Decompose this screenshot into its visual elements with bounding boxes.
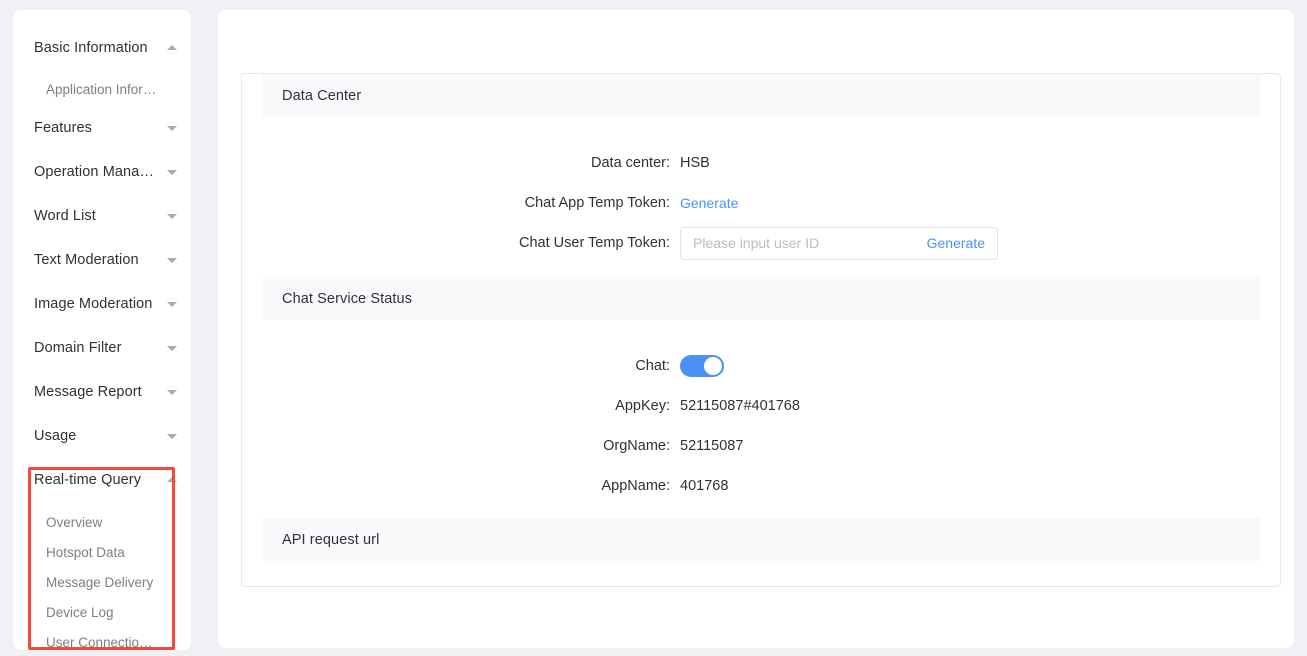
- caret-down-icon: [167, 390, 177, 395]
- form-row-chat-user-temp-token: Chat User Temp Token: Generate: [242, 223, 1280, 263]
- sidebar-item-message-delivery[interactable]: Message Delivery: [13, 567, 191, 597]
- section-title: API request url: [282, 531, 380, 548]
- sidebar-item-image-moderation[interactable]: Image Moderation: [13, 282, 191, 326]
- sidebar-group-label: Text Moderation: [34, 252, 139, 268]
- application-information-card: Data Center Data center: HSB Chat App Te…: [241, 73, 1281, 587]
- chat-toggle-value: [680, 355, 1280, 377]
- chat-service-status-form: Chat: AppKey: 52115087#401768 OrgName: 5…: [242, 320, 1280, 518]
- sidebar-group-label: Operation Manag…: [34, 164, 158, 180]
- sidebar: Basic Information Application Infor… Fea…: [13, 10, 191, 650]
- caret-down-icon: [167, 302, 177, 307]
- sidebar-item-user-connection[interactable]: User Connectio…: [13, 627, 191, 650]
- sidebar-group-label: Word List: [34, 208, 96, 224]
- caret-down-icon: [167, 214, 177, 219]
- sidebar-item-application-information[interactable]: Application Infor…: [13, 74, 191, 104]
- sidebar-item-text-moderation[interactable]: Text Moderation: [13, 238, 191, 282]
- form-row-chat-app-temp-token: Chat App Temp Token: Generate: [242, 183, 1280, 223]
- sidebar-subitem-label: Message Delivery: [46, 574, 154, 590]
- section-title: Chat Service Status: [282, 290, 413, 307]
- sidebar-subitem-label: Hotspot Data: [46, 544, 125, 560]
- sidebar-item-hotspot-data[interactable]: Hotspot Data: [13, 537, 191, 567]
- form-row-data-center: Data center: HSB: [242, 143, 1280, 183]
- form-row-appkey: AppKey: 52115087#401768: [242, 386, 1280, 426]
- sidebar-group-label: Domain Filter: [34, 340, 122, 356]
- form-row-appname: AppName: 401768: [242, 466, 1280, 506]
- sidebar-item-operation-management[interactable]: Operation Manag…: [13, 150, 191, 194]
- user-id-input-wrapper[interactable]: Generate: [680, 226, 998, 260]
- sidebar-item-message-report[interactable]: Message Report: [13, 370, 191, 414]
- data-center-value: HSB: [680, 155, 710, 171]
- caret-down-icon: [167, 346, 177, 351]
- user-id-input[interactable]: [681, 235, 923, 251]
- generate-user-token-button[interactable]: Generate: [923, 235, 997, 251]
- section-header-chat-service-status: Chat Service Status: [262, 277, 1260, 320]
- sidebar-group-label: Usage: [34, 428, 77, 444]
- chat-user-temp-token-label: Chat User Temp Token:: [519, 235, 670, 251]
- sidebar-item-real-time-query[interactable]: Real-time Query: [13, 458, 191, 502]
- orgname-label: OrgName:: [603, 438, 670, 454]
- chat-app-temp-token-value: Generate: [680, 195, 1280, 211]
- chat-app-temp-token-label: Chat App Temp Token:: [524, 195, 670, 211]
- sidebar-subitem-label: Device Log: [46, 604, 114, 620]
- sidebar-subgroup-basic-information: Application Infor…: [13, 70, 191, 106]
- sidebar-group-label: Features: [34, 120, 93, 136]
- caret-down-icon: [167, 258, 177, 263]
- sidebar-group-label: Real-time Query: [34, 472, 142, 488]
- main-content-panel: Data Center Data center: HSB Chat App Te…: [218, 10, 1294, 648]
- sidebar-item-word-list[interactable]: Word List: [13, 194, 191, 238]
- section-header-api-request-url: API request url: [262, 518, 1260, 561]
- sidebar-item-device-log[interactable]: Device Log: [13, 597, 191, 627]
- data-center-label: Data center:: [591, 155, 670, 171]
- toggle-knob: [704, 357, 722, 375]
- appkey-value: 52115087#401768: [680, 398, 800, 414]
- sidebar-group-label: Basic Information: [34, 40, 148, 56]
- caret-down-icon: [167, 126, 177, 131]
- section-header-data-center: Data Center: [262, 74, 1260, 117]
- sidebar-subitem-label: Application Infor…: [46, 81, 157, 97]
- sidebar-item-usage[interactable]: Usage: [13, 414, 191, 458]
- sidebar-item-basic-information[interactable]: Basic Information: [13, 26, 191, 70]
- form-row-chat-toggle: Chat:: [242, 346, 1280, 386]
- caret-up-icon: [167, 45, 177, 50]
- caret-up-icon: [167, 477, 177, 482]
- caret-down-icon: [167, 170, 177, 175]
- sidebar-item-domain-filter[interactable]: Domain Filter: [13, 326, 191, 370]
- sidebar-group-label: Message Report: [34, 384, 142, 400]
- sidebar-nav: Basic Information Application Infor… Fea…: [13, 10, 191, 650]
- appkey-label: AppKey:: [615, 398, 670, 414]
- sidebar-subitem-label: Overview: [46, 514, 103, 530]
- appname-value: 401768: [680, 478, 729, 494]
- chat-toggle-label: Chat:: [635, 358, 670, 374]
- sidebar-subitem-label: User Connectio…: [46, 634, 153, 650]
- sidebar-group-label: Image Moderation: [34, 296, 153, 312]
- caret-down-icon: [167, 434, 177, 439]
- chat-user-temp-token-value: Generate: [680, 226, 1280, 260]
- application-root: Basic Information Application Infor… Fea…: [0, 0, 1307, 656]
- sidebar-item-features[interactable]: Features: [13, 106, 191, 150]
- form-row-orgname: OrgName: 52115087: [242, 426, 1280, 466]
- chat-service-toggle[interactable]: [680, 355, 724, 377]
- generate-app-token-button[interactable]: Generate: [680, 195, 738, 211]
- section-title: Data Center: [282, 87, 362, 104]
- sidebar-subgroup-real-time-query: Overview Hotspot Data Message Delivery D…: [13, 502, 191, 650]
- data-center-form: Data center: HSB Chat App Temp Token: Ge…: [242, 117, 1280, 277]
- sidebar-item-overview[interactable]: Overview: [13, 507, 191, 537]
- appname-label: AppName:: [601, 478, 670, 494]
- orgname-value: 52115087: [680, 438, 744, 454]
